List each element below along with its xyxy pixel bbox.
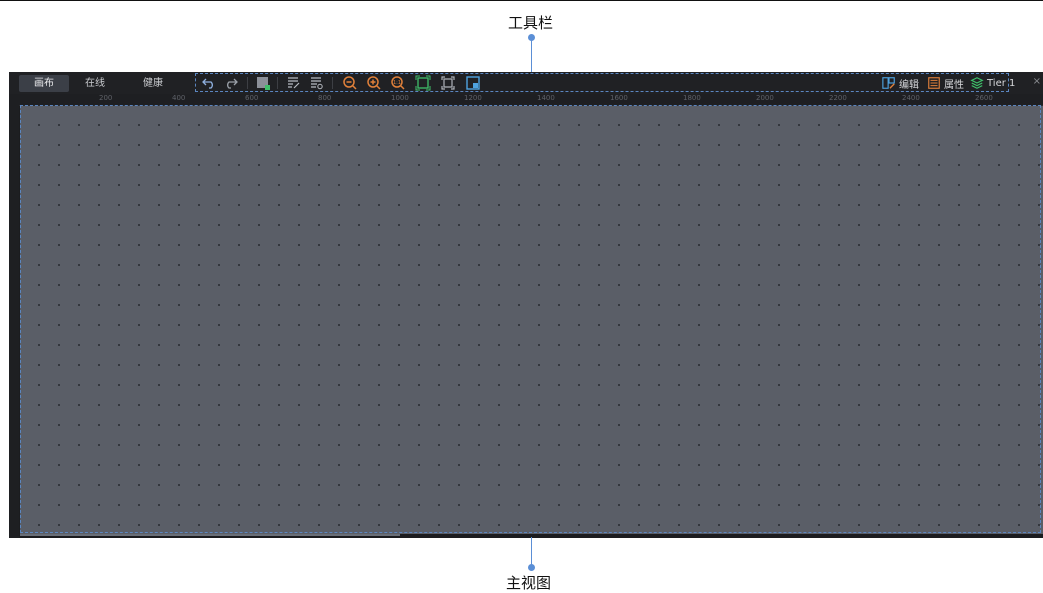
ruler-tick-label: 2600	[975, 94, 993, 102]
ruler-tick-label: 1800	[683, 94, 701, 102]
main-view-annotation-dot	[528, 564, 535, 571]
vertical-ruler	[9, 94, 19, 538]
tier-selector[interactable]: Tier 1	[970, 75, 1015, 91]
toolbar: 画布 在线 健康 1:1 编辑 属性 Tier 1 ×	[9, 72, 1043, 94]
app-window: 画布 在线 健康 1:1 编辑 属性 Tier 1 × 200 400 600 …	[9, 72, 1043, 538]
fit-view-icon[interactable]	[415, 75, 431, 91]
ruler-tick-label: 1600	[610, 94, 628, 102]
main-view-annotation-label: 主视图	[506, 574, 552, 592]
toolbar-annotation-label: 工具栏	[508, 14, 554, 32]
zoom-in-icon[interactable]	[366, 75, 382, 91]
close-icon[interactable]: ×	[1033, 76, 1041, 87]
horizontal-ruler: 200 400 600 800 1000 1200 1400 1600 1800 2000 2200…	[19, 94, 1043, 106]
toolbar-separator	[332, 77, 333, 89]
ruler-tick-label: 1200	[464, 94, 482, 102]
tier-label: Tier 1	[987, 77, 1016, 89]
properties-icon	[928, 77, 940, 89]
minimap-icon[interactable]	[465, 75, 481, 91]
main-canvas[interactable]	[20, 106, 1043, 534]
ruler-tick-label: 200	[99, 94, 113, 102]
toolbar-annotation-line	[531, 38, 532, 74]
ruler-tick-label: 800	[318, 94, 332, 102]
ruler-tick-label: 600	[245, 94, 259, 102]
layers-icon	[970, 77, 984, 89]
tab-online[interactable]: 在线	[75, 75, 115, 92]
zoom-out-icon[interactable]	[342, 75, 358, 91]
main-view-annotation-line	[531, 537, 532, 565]
add-node-icon[interactable]	[255, 75, 271, 91]
ruler-tick-label: 1400	[537, 94, 555, 102]
top-border-line	[0, 0, 1043, 1]
ruler-tick-label: 2400	[902, 94, 920, 102]
tab-canvas[interactable]: 画布	[19, 75, 69, 92]
properties-label: 属性	[944, 79, 964, 91]
toolbar-separator	[247, 77, 248, 89]
canvas-scrollbar[interactable]	[20, 534, 400, 536]
svg-text:1:1: 1:1	[393, 80, 401, 86]
edit-list-icon[interactable]	[308, 75, 324, 91]
edit-label: 编辑	[899, 79, 919, 91]
toolbar-separator	[277, 77, 278, 89]
ruler-tick-label: 2200	[829, 94, 847, 102]
edit-panel-icon	[882, 77, 895, 89]
redo-icon[interactable]	[223, 75, 239, 91]
ruler-tick-label: 400	[172, 94, 186, 102]
undo-icon[interactable]	[201, 75, 217, 91]
tab-health[interactable]: 健康	[133, 75, 173, 92]
edit-note-icon[interactable]	[285, 75, 301, 91]
fullscreen-icon[interactable]	[440, 75, 456, 91]
ruler-tick-label: 2000	[756, 94, 774, 102]
ruler-tick-label: 1000	[391, 94, 409, 102]
edit-button[interactable]: 编辑	[882, 75, 919, 91]
properties-button[interactable]: 属性	[927, 75, 964, 91]
zoom-reset-icon[interactable]: 1:1	[390, 75, 406, 91]
